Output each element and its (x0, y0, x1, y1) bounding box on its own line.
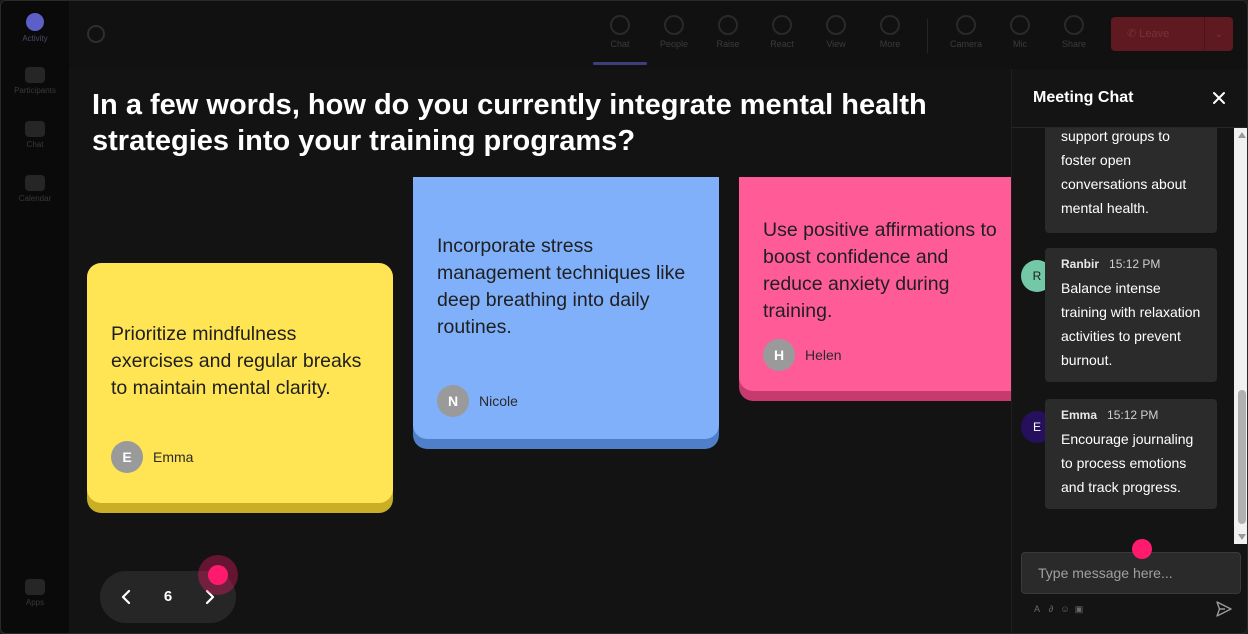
calendar-icon (25, 175, 45, 191)
toolbar-chat-button[interactable]: Chat (593, 9, 647, 65)
message-text: Encourage journaling to process emotions… (1061, 431, 1194, 495)
message-time: 15:12 PM (1109, 257, 1161, 271)
question-title: In a few words, how do you currently int… (92, 89, 927, 157)
response-text: Incorporate stress management techniques… (437, 235, 686, 338)
activity-icon (26, 13, 44, 31)
message-meta: Ranbir 15:12 PM (1061, 256, 1201, 272)
avatar: N (437, 385, 469, 417)
chat-icon (610, 15, 630, 35)
close-icon (1213, 92, 1225, 104)
toolbar-divider (927, 19, 928, 53)
message-input[interactable] (1021, 552, 1241, 594)
apps-icon (25, 579, 45, 595)
page-number: 6 (163, 588, 173, 605)
presentation-stage: In a few words, how do you currently int… (69, 69, 1011, 633)
toolbar-people-button[interactable]: People (651, 9, 697, 61)
response-text: Use positive affirmations to boost confi… (763, 219, 997, 322)
meeting-toolbar: Chat People Raise React View More Camera… (69, 1, 1247, 69)
response-card: Incorporate stress management techniques… (413, 177, 719, 439)
chat-icon (25, 121, 45, 137)
phone-icon: ✆ (1127, 28, 1140, 40)
toolbar-view-button[interactable]: View (813, 9, 859, 61)
rail-item-chat[interactable]: Chat (1, 115, 69, 163)
toolbar-raise-button[interactable]: Raise (705, 9, 751, 61)
participants-icon (25, 67, 45, 83)
response-card: Prioritize mindfulness exercises and reg… (87, 263, 393, 503)
chat-message: Ranbir 15:12 PM Balance intense training … (1045, 248, 1217, 382)
left-rail: Activity Participants Chat Calendar Apps (1, 1, 70, 633)
message-meta: Emma 15:12 PM (1061, 407, 1201, 423)
toolbar-mic-button[interactable]: Mic (997, 9, 1043, 61)
rail-item-calendar[interactable]: Calendar (1, 169, 69, 217)
more-icon (880, 15, 900, 35)
send-icon (1216, 601, 1232, 617)
toolbar-react-button[interactable]: React (759, 9, 805, 61)
prev-page-button[interactable] (112, 583, 140, 611)
send-button[interactable] (1214, 599, 1234, 619)
author-name: Helen (805, 346, 842, 363)
meeting-chat-panel: Meeting Chat support groups to foster op… (1011, 69, 1247, 633)
chat-message: support groups to foster open conversati… (1045, 128, 1217, 233)
image-icon[interactable]: ▣ (1074, 604, 1084, 614)
message-author: Emma (1061, 408, 1098, 422)
link-icon[interactable]: ∂ (1046, 604, 1056, 614)
chat-scrollbar[interactable] (1234, 128, 1247, 544)
chat-message: Emma 15:12 PM Encourage journaling to pro… (1045, 399, 1217, 509)
toolbar-share-button[interactable]: Share (1051, 9, 1097, 61)
toolbar-camera-button[interactable]: Camera (943, 9, 989, 61)
message-text: Balance intense training with relaxation… (1061, 280, 1201, 368)
grid-icon (826, 15, 846, 35)
rail-item-participants[interactable]: Participants (1, 61, 69, 109)
response-text: Prioritize mindfulness exercises and reg… (111, 323, 362, 399)
scroll-up-icon[interactable] (1238, 132, 1246, 138)
message-time: 15:12 PM (1107, 408, 1159, 422)
card-author: E Emma (111, 441, 193, 473)
rail-item-activity[interactable]: Activity (1, 7, 69, 55)
app-window: Activity Participants Chat Calendar Apps… (0, 0, 1248, 634)
close-button[interactable] (1208, 87, 1230, 109)
cursor-indicator (198, 555, 238, 595)
people-icon (664, 15, 684, 35)
mic-icon (1010, 15, 1030, 35)
toolbar-more-button[interactable]: More (867, 9, 913, 61)
shield-icon (87, 25, 105, 43)
rail-item-apps[interactable]: Apps (1, 573, 69, 621)
scroll-down-icon[interactable] (1238, 534, 1246, 540)
card-author: H Helen (763, 339, 842, 371)
avatar: E (111, 441, 143, 473)
camera-icon (956, 15, 976, 35)
chevron-down-icon[interactable]: ⌄ (1204, 17, 1233, 51)
message-author: Ranbir (1061, 257, 1100, 271)
card-author: N Nicole (437, 385, 518, 417)
hand-icon (718, 15, 738, 35)
author-name: Nicole (479, 392, 518, 409)
emoji-icon[interactable]: ☺ (1060, 604, 1070, 614)
avatar: H (763, 339, 795, 371)
bold-icon[interactable]: A (1032, 604, 1042, 614)
leave-button[interactable]: ✆ Leave ⌄ (1111, 17, 1233, 51)
scroll-thumb[interactable] (1238, 390, 1246, 524)
smile-icon (772, 15, 792, 35)
cursor-indicator (1132, 539, 1152, 559)
author-name: Emma (153, 448, 194, 465)
response-card: Use positive affirmations to boost confi… (739, 177, 1011, 391)
chat-title: Meeting Chat (1033, 89, 1134, 106)
message-text: support groups to foster open conversati… (1061, 128, 1187, 216)
message-list: support groups to foster open conversati… (1012, 128, 1234, 544)
chevron-left-icon (121, 589, 131, 605)
share-icon (1064, 15, 1084, 35)
